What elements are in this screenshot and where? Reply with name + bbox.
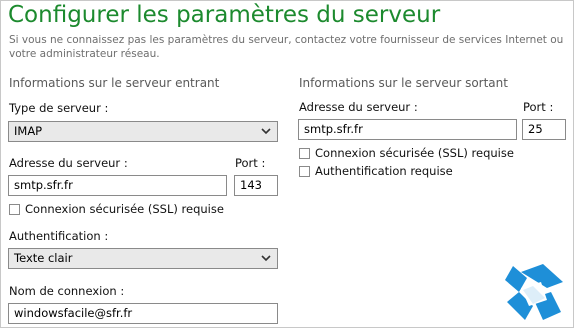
outgoing-ssl-label: Connexion sécurisée (SSL) requise <box>315 146 514 160</box>
auth-value: Texte clair <box>14 251 73 265</box>
chevron-down-icon <box>261 128 271 135</box>
auth-label: Authentification : <box>9 229 109 243</box>
outgoing-section-title: Informations sur le serveur sortant <box>299 76 508 90</box>
incoming-address-input[interactable]: smtp.sfr.fr <box>8 175 227 196</box>
incoming-port-label: Port : <box>235 156 266 170</box>
page-subtitle: Si vous ne connaissez pas les paramètres… <box>9 34 564 60</box>
incoming-ssl-box[interactable] <box>9 203 20 215</box>
login-label: Nom de connexion : <box>9 284 125 298</box>
outgoing-address-label: Adresse du serveur : <box>299 100 418 114</box>
outgoing-address-input[interactable]: smtp.sfr.fr <box>298 119 517 140</box>
outgoing-ssl-box[interactable] <box>299 147 310 159</box>
outgoing-auth-label: Authentification requise <box>315 164 453 178</box>
incoming-ssl-label: Connexion sécurisée (SSL) requise <box>25 202 224 216</box>
incoming-address-label: Adresse du serveur : <box>9 156 128 170</box>
server-type-select[interactable]: IMAP <box>8 121 278 142</box>
windowsfacile-logo-icon <box>505 264 563 320</box>
auth-select[interactable]: Texte clair <box>8 248 278 269</box>
page-title: Configurer les paramètres du serveur <box>8 2 441 28</box>
incoming-ssl-checkbox[interactable]: Connexion sécurisée (SSL) requise <box>9 202 224 216</box>
outgoing-port-input[interactable]: 25 <box>522 119 566 140</box>
chevron-down-icon <box>261 255 271 262</box>
server-type-label: Type de serveur : <box>9 101 109 115</box>
outgoing-ssl-checkbox[interactable]: Connexion sécurisée (SSL) requise <box>299 146 514 160</box>
login-input[interactable]: windowsfacile@sfr.fr <box>8 303 278 324</box>
incoming-section-title: Informations sur le serveur entrant <box>9 76 220 90</box>
server-type-value: IMAP <box>14 124 43 138</box>
outgoing-port-label: Port : <box>523 100 554 114</box>
outgoing-auth-checkbox[interactable]: Authentification requise <box>299 164 453 178</box>
incoming-port-input[interactable]: 143 <box>234 175 278 196</box>
outgoing-auth-box[interactable] <box>299 165 310 177</box>
